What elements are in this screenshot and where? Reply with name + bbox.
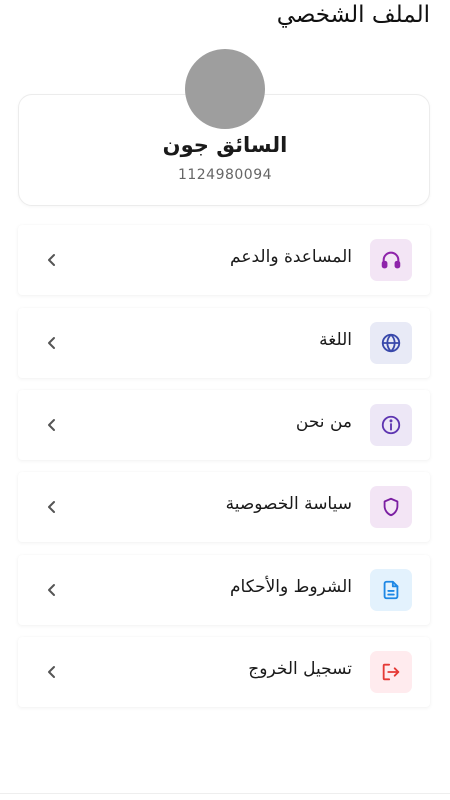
menu-label: اللغة bbox=[319, 330, 352, 350]
menu-icon-box bbox=[370, 239, 412, 281]
driver-phone: 1124980094 bbox=[177, 167, 273, 183]
menu-label: من نحن bbox=[295, 412, 352, 432]
menu-item-logout[interactable]: تسجيل الخروج bbox=[18, 637, 430, 707]
menu-icon-box bbox=[370, 569, 412, 611]
driver-name: السائق جون bbox=[162, 133, 288, 157]
info-icon bbox=[381, 415, 401, 435]
chevron-left-icon bbox=[48, 419, 55, 431]
menu-icon-box bbox=[370, 404, 412, 446]
chevron-left-icon bbox=[48, 501, 55, 513]
profile-page: الملف الشخصي السائق جون 1124980094 المسا… bbox=[0, 0, 450, 800]
chevron-left-icon bbox=[48, 337, 55, 349]
menu-icon-box bbox=[370, 651, 412, 693]
menu-item-about-us[interactable]: من نحن bbox=[18, 390, 430, 460]
chevron-left-icon bbox=[48, 666, 55, 678]
menu-item-language[interactable]: اللغة bbox=[18, 308, 430, 378]
chevron-left-icon bbox=[48, 584, 55, 596]
headphones-icon bbox=[381, 251, 401, 269]
bottom-divider bbox=[0, 793, 450, 794]
logout-icon bbox=[382, 663, 400, 681]
menu-label: المساعدة والدعم bbox=[230, 247, 352, 267]
document-icon bbox=[383, 580, 399, 600]
chevron-left-icon bbox=[48, 254, 55, 266]
shield-icon bbox=[383, 497, 399, 517]
menu-label: سياسة الخصوصية bbox=[225, 494, 352, 514]
menu-label: تسجيل الخروج bbox=[248, 659, 352, 679]
menu-item-help-support[interactable]: المساعدة والدعم bbox=[18, 225, 430, 295]
menu-icon-box bbox=[370, 322, 412, 364]
menu-item-privacy-policy[interactable]: سياسة الخصوصية bbox=[18, 472, 430, 542]
menu-label: الشروط والأحكام bbox=[229, 577, 352, 597]
menu-icon-box bbox=[370, 486, 412, 528]
globe-icon bbox=[381, 333, 401, 353]
avatar[interactable] bbox=[185, 49, 265, 129]
menu-item-terms-conditions[interactable]: الشروط والأحكام bbox=[18, 555, 430, 625]
page-title: الملف الشخصي bbox=[276, 2, 430, 28]
